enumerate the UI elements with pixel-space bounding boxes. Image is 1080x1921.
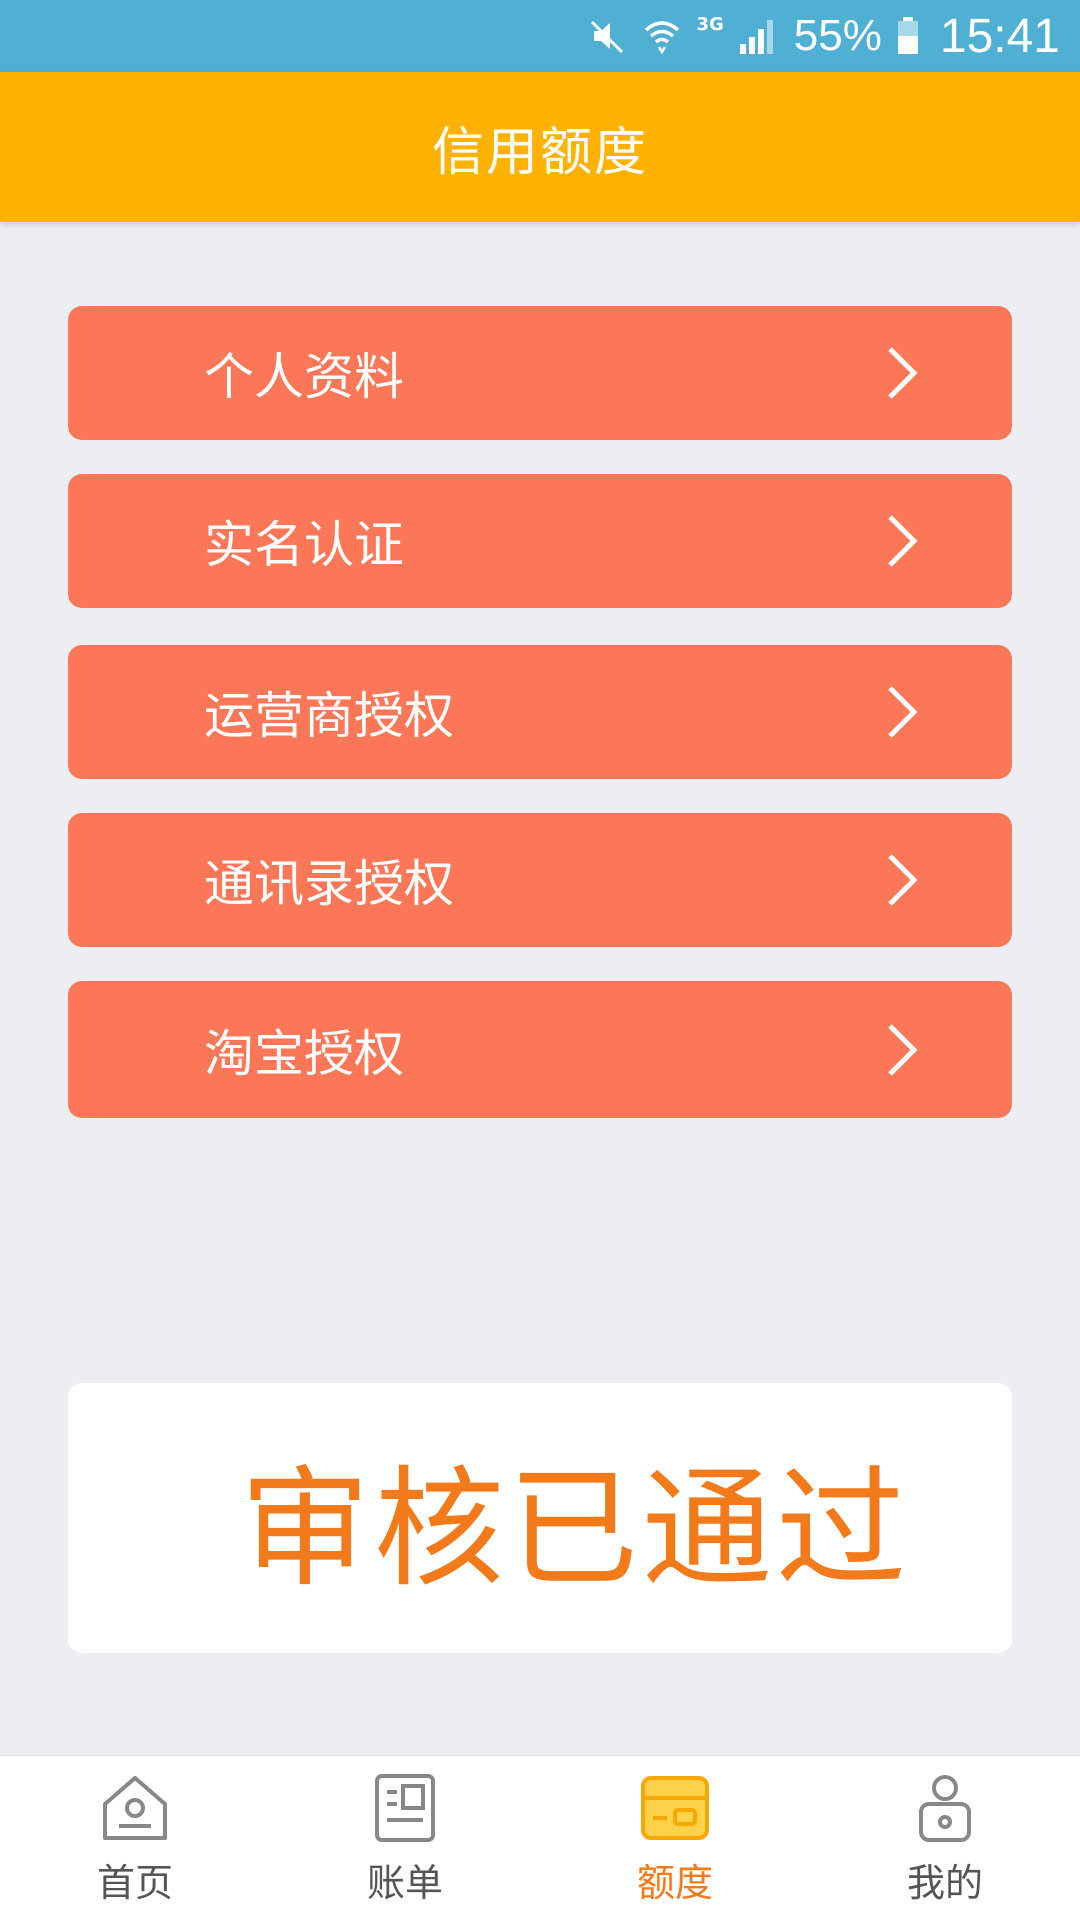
home-icon	[103, 1776, 167, 1840]
chevron-right-icon	[872, 511, 932, 571]
menu-item-label: 通讯录授权	[204, 855, 454, 913]
chevron-right-icon	[872, 1020, 932, 1080]
nav-label: 我的	[906, 1861, 983, 1905]
signal-icon	[738, 16, 780, 56]
menu-item-label: 淘宝授权	[204, 1024, 404, 1083]
credit-card-icon	[641, 1776, 709, 1840]
network-type: 3G	[696, 13, 724, 35]
app-header: 信用额度	[0, 72, 1080, 222]
nav-label: 额度	[636, 1861, 713, 1905]
approval-status-text: 审核已通过	[239, 1453, 910, 1605]
bill-icon	[375, 1774, 435, 1842]
battery-icon	[896, 16, 920, 56]
nav-label: 首页	[96, 1861, 173, 1905]
chevron-right-icon	[872, 682, 932, 742]
menu-item-label: 实名认证	[204, 516, 404, 574]
nav-label: 账单	[366, 1861, 443, 1905]
nav-home[interactable]: 首页	[0, 1756, 270, 1921]
menu-item-carrier-auth[interactable]: 运营商授权	[68, 645, 1012, 779]
menu-item-label: 个人资料	[204, 348, 404, 406]
menu-item-personal-info[interactable]: 个人资料	[68, 306, 1012, 440]
menu-item-contacts-auth[interactable]: 通讯录授权	[68, 813, 1012, 947]
menu-item-label: 运营商授权	[204, 687, 454, 745]
nav-credit[interactable]: 额度	[540, 1756, 810, 1921]
wifi-icon	[642, 16, 682, 56]
bottom-nav: 首页 账单 额度 我的	[0, 1755, 1080, 1921]
menu-item-real-name-auth[interactable]: 实名认证	[68, 474, 1012, 608]
chevron-right-icon	[872, 850, 932, 910]
mute-icon	[588, 16, 628, 56]
page-title: 信用额度	[431, 122, 648, 183]
nav-profile[interactable]: 我的	[810, 1756, 1080, 1921]
approval-status-card: 审核已通过	[68, 1383, 1012, 1653]
nav-bill[interactable]: 账单	[270, 1756, 540, 1921]
chevron-right-icon	[872, 343, 932, 403]
clock: 15:41	[939, 9, 1060, 63]
menu-item-taobao-auth[interactable]: 淘宝授权	[68, 981, 1012, 1118]
profile-icon	[919, 1775, 971, 1842]
status-bar: 3G 55% 15:41	[0, 0, 1080, 72]
battery-percent: 55%	[793, 11, 882, 60]
